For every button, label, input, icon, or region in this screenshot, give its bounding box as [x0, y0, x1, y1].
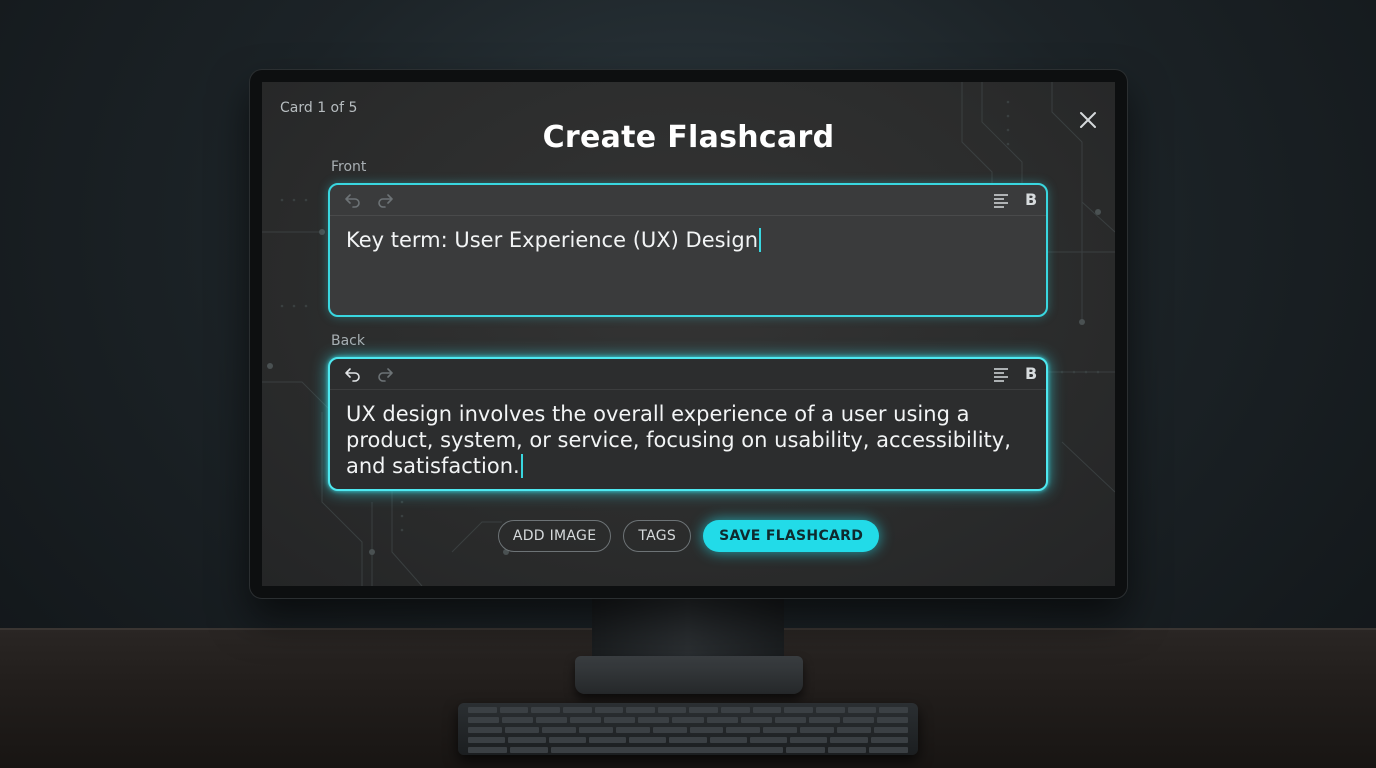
flashcard-editor-screen: Card 1 of 5 Create Flashcard Front B Key… — [262, 82, 1115, 586]
back-label: Back — [331, 333, 365, 349]
close-icon — [1080, 112, 1096, 128]
back-editor[interactable]: B UX design involves the overall experie… — [328, 357, 1048, 491]
bold-button[interactable]: B — [1025, 364, 1037, 383]
keyboard — [458, 703, 918, 755]
close-button[interactable] — [1076, 108, 1100, 132]
monitor-stand — [592, 596, 784, 660]
front-label: Front — [331, 159, 367, 175]
add-image-button[interactable]: ADD IMAGE — [497, 520, 612, 552]
bold-button[interactable]: B — [1025, 190, 1037, 209]
back-text[interactable]: UX design involves the overall experienc… — [346, 401, 1024, 479]
redo-icon[interactable] — [376, 191, 394, 209]
back-editor-toolbar: B — [330, 359, 1046, 390]
redo-icon[interactable] — [376, 365, 394, 383]
monitor-stand-base — [575, 656, 803, 694]
align-left-icon[interactable] — [992, 191, 1010, 209]
front-text[interactable]: Key term: User Experience (UX) Design — [346, 227, 1024, 253]
monitor: Card 1 of 5 Create Flashcard Front B Key… — [250, 70, 1127, 598]
front-editor[interactable]: B Key term: User Experience (UX) Design — [328, 183, 1048, 317]
align-left-icon[interactable] — [992, 365, 1010, 383]
undo-icon[interactable] — [344, 191, 362, 209]
page-title: Create Flashcard — [542, 120, 835, 155]
save-flashcard-button[interactable]: SAVE FLASHCARD — [703, 520, 880, 552]
circuit-background-pattern — [262, 82, 1115, 586]
front-editor-toolbar: B — [330, 185, 1046, 216]
card-counter: Card 1 of 5 — [280, 100, 358, 116]
tags-button[interactable]: TAGS — [623, 520, 692, 552]
text-caret — [520, 454, 523, 478]
action-bar: ADD IMAGE TAGS SAVE FLASHCARD — [262, 520, 1115, 552]
text-caret — [759, 228, 762, 252]
undo-icon[interactable] — [344, 365, 362, 383]
